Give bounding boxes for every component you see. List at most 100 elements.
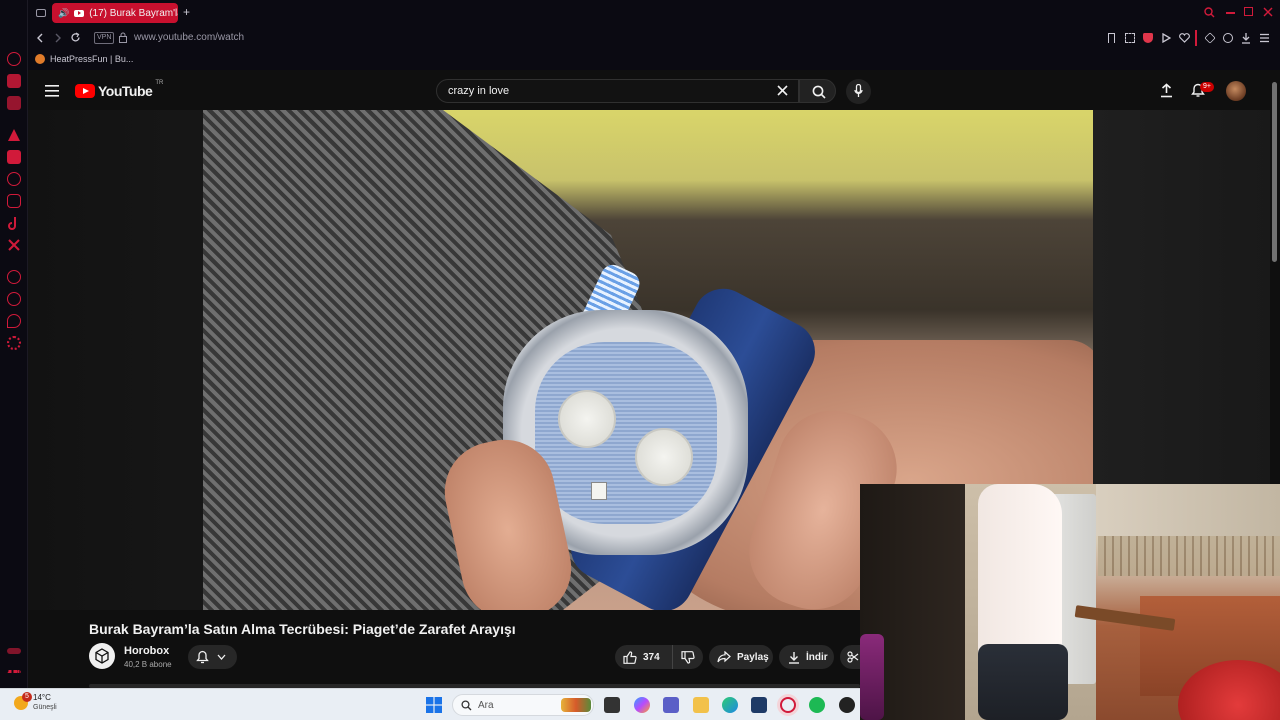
account-avatar[interactable] xyxy=(1226,81,1246,101)
lock-icon[interactable] xyxy=(119,32,127,43)
history-icon[interactable] xyxy=(7,292,21,306)
address-bar: VPN www.youtube.com/watch xyxy=(28,26,1280,50)
channel-name[interactable]: Horobox xyxy=(124,645,169,657)
bookmark-icon[interactable] xyxy=(1108,33,1115,43)
scissors-icon xyxy=(847,651,859,663)
subscriber-count: 40,2 B abone xyxy=(124,660,172,669)
bookmark-label: HeatPressFun | Bu... xyxy=(50,54,134,64)
youtube-play-icon xyxy=(75,84,95,98)
settings-icon[interactable] xyxy=(7,336,21,350)
play-icon[interactable] xyxy=(1161,33,1171,43)
youtube-logo[interactable]: YouTube TR xyxy=(75,80,164,99)
more-options-icon[interactable] xyxy=(7,670,21,673)
thumbs-up-icon xyxy=(623,650,637,664)
browser-tab-bar: 🔊 (17) Burak Bayram'la S + xyxy=(0,0,1280,26)
mail-icon[interactable] xyxy=(7,96,21,110)
video-subdial-left xyxy=(558,390,616,448)
easy-setup-icon[interactable] xyxy=(1259,33,1270,43)
aria-icon[interactable] xyxy=(7,52,21,66)
windows-taskbar: 5 14°C Güneşli Ara xyxy=(0,688,860,720)
clear-search-icon[interactable] xyxy=(777,85,788,96)
url-field[interactable]: www.youtube.com/watch xyxy=(134,32,244,43)
share-button[interactable]: Paylaş xyxy=(709,645,773,669)
file-explorer-icon[interactable] xyxy=(693,697,709,713)
heatpressfun-favicon-icon xyxy=(35,54,45,64)
upload-icon[interactable] xyxy=(1160,83,1173,98)
microphone-icon xyxy=(854,84,863,97)
app-icon[interactable] xyxy=(839,697,855,713)
tiktok-icon[interactable] xyxy=(7,216,21,230)
download-button[interactable]: İndir xyxy=(779,645,834,669)
windows-start-icon[interactable] xyxy=(426,697,442,713)
heart-icon[interactable] xyxy=(1179,33,1190,43)
webcam-tiles xyxy=(1098,536,1280,576)
weather-widget[interactable]: 5 14°C Güneşli xyxy=(14,692,57,713)
search-icon xyxy=(812,85,826,99)
close-window-button[interactable] xyxy=(1263,7,1273,17)
taskbar-search-box[interactable]: Ara xyxy=(452,694,594,716)
pinboard-icon[interactable] xyxy=(7,314,21,328)
subscription-bell-button[interactable] xyxy=(188,645,237,669)
instagram-icon[interactable] xyxy=(7,194,21,208)
video-subdial-right xyxy=(635,428,693,486)
weather-badge: 5 xyxy=(22,692,32,702)
messenger-icon[interactable] xyxy=(7,74,21,88)
voice-search-button[interactable] xyxy=(846,79,871,104)
youtube-logo-text: YouTube xyxy=(98,83,153,99)
twitch-icon[interactable] xyxy=(7,150,21,164)
speaker-icon[interactable]: 🔊 xyxy=(58,8,69,19)
reload-icon[interactable] xyxy=(70,32,81,43)
vpn-badge[interactable]: VPN xyxy=(94,32,115,44)
player-icon[interactable] xyxy=(7,270,21,284)
tab-youtube[interactable]: 🔊 (17) Burak Bayram'la S xyxy=(52,3,178,23)
thumbs-down-icon xyxy=(681,650,695,664)
x-icon[interactable] xyxy=(7,238,21,252)
sidebar-extension-icon[interactable] xyxy=(7,648,21,654)
youtube-favicon-icon xyxy=(74,9,85,17)
notification-count-badge: 9+ xyxy=(1200,82,1214,92)
minimize-button[interactable] xyxy=(1226,12,1235,14)
task-view-icon[interactable] xyxy=(604,697,620,713)
snapshot-icon[interactable] xyxy=(1125,33,1135,43)
spotify-icon[interactable] xyxy=(809,697,825,713)
youtube-header: YouTube TR crazy in love 9+ xyxy=(28,72,1270,110)
weather-condition: Güneşli xyxy=(33,704,57,711)
search-tabs-icon[interactable] xyxy=(1204,7,1215,18)
channel-avatar[interactable] xyxy=(89,643,115,669)
hamburger-menu-icon[interactable] xyxy=(45,85,59,97)
temperature: 14°C xyxy=(33,693,51,702)
clip-button[interactable] xyxy=(840,645,860,669)
store-icon[interactable] xyxy=(751,697,767,713)
horobox-logo-icon xyxy=(95,648,109,664)
back-icon[interactable] xyxy=(36,33,44,43)
extensions-icon[interactable] xyxy=(1204,32,1216,44)
new-tab-button[interactable]: + xyxy=(183,5,190,19)
aria-ai-icon[interactable] xyxy=(7,128,21,142)
like-dislike-group: 374 xyxy=(615,645,703,669)
profile-icon[interactable] xyxy=(1223,33,1233,43)
opera-sidebar xyxy=(0,0,28,688)
search-button[interactable] xyxy=(799,79,836,103)
teams-icon[interactable] xyxy=(663,697,679,713)
forward-icon[interactable] xyxy=(54,33,62,43)
download-label: İndir xyxy=(806,651,828,663)
taskbar-search-icon xyxy=(461,699,472,710)
webcam-kitchen-cabinets xyxy=(1096,484,1280,536)
search-input[interactable]: crazy in love xyxy=(436,79,799,103)
page-scrollbar-thumb[interactable] xyxy=(1272,82,1277,262)
bell-icon xyxy=(196,650,209,664)
like-button[interactable]: 374 xyxy=(615,645,673,669)
webcam-overlay xyxy=(860,484,1280,720)
download-icon[interactable] xyxy=(1241,32,1251,44)
whatsapp-icon[interactable] xyxy=(7,172,21,186)
copilot-icon[interactable] xyxy=(634,697,650,713)
tab-islands-icon[interactable] xyxy=(36,9,46,17)
maximize-button[interactable] xyxy=(1244,7,1253,16)
video-date-window xyxy=(591,482,607,500)
region-code: TR xyxy=(155,80,164,86)
bookmark-heatpressfun[interactable]: HeatPressFun | Bu... xyxy=(35,54,133,64)
dislike-button[interactable] xyxy=(673,645,703,669)
opera-taskbar-icon[interactable] xyxy=(780,697,796,713)
pocket-icon[interactable] xyxy=(1143,33,1153,43)
edge-icon[interactable] xyxy=(722,697,738,713)
